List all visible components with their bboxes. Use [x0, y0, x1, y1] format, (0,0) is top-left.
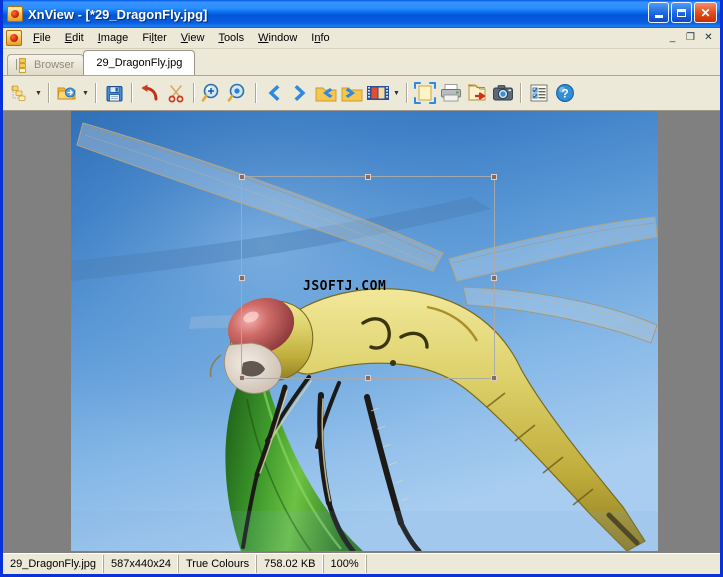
folder-tree-icon [14, 58, 29, 72]
image-workspace[interactable]: JSOFTJ.COM [3, 111, 720, 553]
mdi-window-controls: _ ❐ ✕ [664, 29, 717, 45]
zoom-in-button[interactable] [199, 80, 225, 106]
save-button[interactable] [101, 80, 127, 106]
main-toolbar: ▼ ▼ [3, 76, 720, 111]
tab-dragonfly-label: 29_DragonFly.jpg [96, 57, 182, 69]
menu-file[interactable]: File [26, 30, 58, 46]
title-bar: XnView - [*29_DragonFly.jpg] ✕ [3, 0, 720, 28]
next-button[interactable] [287, 80, 313, 106]
cut-button[interactable] [163, 80, 189, 106]
status-filesize: 758.02 KB [257, 555, 323, 573]
zoom-out-button[interactable] [225, 80, 251, 106]
maximize-button[interactable] [671, 2, 692, 23]
close-button[interactable]: ✕ [694, 2, 717, 23]
document-icon[interactable] [6, 30, 22, 46]
tab-browser[interactable]: Browser [7, 54, 84, 75]
previous-button[interactable] [261, 80, 287, 106]
menu-image[interactable]: Image [91, 30, 136, 46]
status-filename: 29_DragonFly.jpg [3, 555, 104, 573]
print-button[interactable] [438, 80, 464, 106]
properties-button[interactable] [526, 80, 552, 106]
toolbar-separator-5 [255, 83, 257, 103]
mdi-minimize-button[interactable]: _ [664, 29, 681, 45]
xnview-icon [7, 6, 23, 22]
menu-filter[interactable]: Filter [135, 30, 173, 46]
next-folder-button[interactable] [339, 80, 365, 106]
status-bar: 29_DragonFly.jpg 587x440x24 True Colours… [3, 553, 720, 574]
minimize-button[interactable] [648, 2, 669, 23]
browser-button[interactable] [7, 80, 33, 106]
maximize-icon [677, 9, 686, 17]
tab-dragonfly[interactable]: 29_DragonFly.jpg [83, 50, 195, 75]
window-controls: ✕ [648, 2, 717, 23]
fit-window-button[interactable] [412, 80, 438, 106]
open-dropdown-arrow[interactable]: ▼ [80, 80, 91, 106]
status-colour-depth: True Colours [179, 555, 257, 573]
close-icon: ✕ [700, 7, 710, 19]
status-zoom: 100% [324, 555, 367, 573]
window-title: XnView - [*29_DragonFly.jpg] [28, 7, 207, 22]
menu-info[interactable]: Info [304, 30, 336, 46]
menu-bar: File Edit Image Filter View Tools Window… [3, 28, 720, 49]
toolbar-separator-7 [520, 83, 522, 103]
minimize-icon [655, 15, 663, 18]
menu-window[interactable]: Window [251, 30, 304, 46]
toolbar-separator-6 [406, 83, 408, 103]
tab-browser-label: Browser [34, 59, 74, 71]
slideshow-button[interactable] [365, 80, 391, 106]
open-button[interactable] [54, 80, 80, 106]
tab-strip: Browser 29_DragonFly.jpg [3, 49, 720, 76]
browser-dropdown-arrow[interactable]: ▼ [33, 80, 44, 106]
toolbar-separator-4 [193, 83, 195, 103]
slideshow-dropdown-arrow[interactable]: ▼ [391, 80, 402, 106]
convert-button[interactable] [464, 80, 490, 106]
image-viewport[interactable]: JSOFTJ.COM [71, 111, 658, 551]
menu-edit[interactable]: Edit [58, 30, 91, 46]
status-spacer [367, 555, 720, 573]
dragonfly-photo [71, 111, 658, 551]
toolbar-separator-1 [48, 83, 50, 103]
mdi-close-button[interactable]: ✕ [700, 29, 717, 45]
capture-button[interactable] [490, 80, 516, 106]
toolbar-separator-3 [131, 83, 133, 103]
xnview-window: XnView - [*29_DragonFly.jpg] ✕ File Edit… [0, 0, 723, 577]
menu-view[interactable]: View [174, 30, 212, 46]
mdi-restore-button[interactable]: ❐ [682, 29, 699, 45]
help-button[interactable]: ? [552, 80, 578, 106]
toolbar-separator-2 [95, 83, 97, 103]
undo-button[interactable] [137, 80, 163, 106]
status-dimensions: 587x440x24 [104, 555, 179, 573]
previous-folder-button[interactable] [313, 80, 339, 106]
menu-tools[interactable]: Tools [211, 30, 251, 46]
svg-text:?: ? [561, 87, 568, 101]
